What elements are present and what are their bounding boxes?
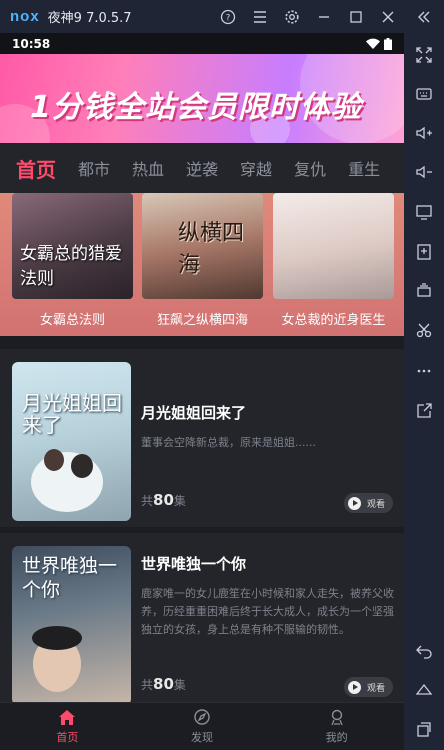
featured-cover (273, 193, 394, 299)
share-icon[interactable] (408, 395, 440, 427)
status-time: 10:58 (12, 36, 51, 51)
maximize-icon[interactable] (340, 0, 372, 33)
status-bar: 10:58 (0, 33, 404, 54)
help-icon[interactable]: ? (212, 0, 244, 33)
play-icon (348, 680, 361, 694)
cover-text: 月光姐姐回来了 (22, 391, 122, 437)
drama-cover: 月光姐姐回来了 (12, 362, 131, 521)
back-icon[interactable] (408, 635, 440, 667)
featured-title: 狂飙之纵横四海 (156, 313, 248, 328)
tab-home[interactable]: 首页 (16, 154, 56, 183)
drama-title: 世界唯独一个你 (141, 555, 247, 573)
cover-text: 纵横四海 (178, 221, 245, 278)
close-icon[interactable] (372, 0, 404, 33)
nav-home[interactable]: 首页 (0, 703, 135, 750)
featured-cover: 纵横四海 (142, 193, 263, 299)
featured-card[interactable]: 女霸总的猎爱法则 女霸总法则 (12, 193, 133, 328)
nox-logo: nox (10, 8, 40, 25)
promo-banner[interactable]: 1分钱全站会员限时体验 (0, 54, 404, 143)
tab-urban[interactable]: 都市 (78, 156, 110, 180)
fullscreen-icon[interactable] (408, 39, 440, 71)
nav-label: 发现 (191, 731, 213, 744)
volume-up-icon[interactable] (408, 117, 440, 149)
drama-card[interactable]: 月光姐姐回来了 月光姐姐回来了 董事会空降新总裁，原来是姐姐...... 共80… (0, 349, 404, 527)
tab-rebirth[interactable]: 重生 (348, 156, 380, 180)
install-apk-icon[interactable] (408, 236, 440, 268)
drama-card[interactable]: 世界唯独一个你 世界唯独一个你 鹿家唯一的女儿鹿笙在小时候和家人走失，被养父收养… (0, 533, 404, 711)
compass-icon (194, 709, 210, 725)
keyboard-icon[interactable] (408, 78, 440, 110)
android-screen: 10:58 1分钱全站会员限时体验 首页 都市 热血 逆袭 穿越 复仇 重生 女… (0, 33, 404, 750)
featured-strip: 女霸总的猎爱法则 女霸总法则 纵横四海 狂飙之纵横四海 女总裁的近身医生 (0, 193, 404, 336)
tab-time-travel[interactable]: 穿越 (240, 156, 272, 180)
nav-discover[interactable]: 发现 (135, 703, 270, 750)
tab-comeback[interactable]: 逆袭 (186, 156, 218, 180)
multi-instance-icon[interactable] (408, 275, 440, 307)
settings-icon[interactable] (276, 0, 308, 33)
featured-card[interactable]: 女总裁的近身医生 (273, 193, 394, 328)
recent-apps-icon[interactable] (408, 713, 440, 745)
cover-text: 世界唯独一个你 (22, 555, 118, 601)
volume-down-icon[interactable] (408, 156, 440, 188)
tab-revenge[interactable]: 复仇 (294, 156, 326, 180)
watch-button[interactable]: 观看 (344, 677, 393, 697)
minimize-icon[interactable] (308, 0, 340, 33)
banner-text: 1分钱全站会员限时体验 (30, 90, 362, 125)
cover-figures (31, 449, 103, 512)
drama-title: 月光姐姐回来了 (141, 404, 247, 422)
emulator-sidebar (404, 33, 444, 750)
episode-count: 共80集 (141, 675, 186, 693)
home-icon[interactable] (408, 674, 440, 706)
collapse-sidebar-icon[interactable] (404, 0, 444, 33)
svg-text:?: ? (226, 13, 231, 23)
window-title: 夜神9 7.0.5.7 (47, 11, 132, 26)
screen-icon[interactable] (408, 196, 440, 228)
featured-cover: 女霸总的猎爱法则 (12, 193, 133, 299)
nav-profile[interactable]: 我的 (269, 703, 404, 750)
wifi-icon (366, 38, 380, 49)
menu-icon[interactable] (244, 0, 276, 33)
watch-label: 观看 (367, 683, 386, 694)
drama-description: 鹿家唯一的女儿鹿笙在小时候和家人走失，被养父收养，历经重重困难后终于长大成人，成… (141, 587, 394, 636)
cover-text: 女霸总的猎爱法则 (20, 244, 122, 289)
drama-description: 董事会空降新总裁，原来是姐姐...... (141, 436, 316, 449)
category-tabs: 首页 都市 热血 逆袭 穿越 复仇 重生 (0, 143, 404, 193)
scissors-icon[interactable] (408, 314, 440, 346)
home-icon (59, 709, 76, 725)
nav-label: 我的 (325, 731, 348, 744)
episode-count: 共80集 (141, 491, 186, 509)
play-icon (348, 496, 361, 510)
tab-action[interactable]: 热血 (132, 156, 164, 180)
watch-label: 观看 (367, 499, 386, 510)
featured-card[interactable]: 纵横四海 狂飙之纵横四海 (142, 193, 263, 328)
featured-title: 女总裁的近身医生 (281, 313, 386, 328)
battery-icon (384, 37, 392, 50)
emulator-title-bar: nox 夜神9 7.0.5.7 ? (0, 0, 444, 33)
watch-button[interactable]: 观看 (344, 493, 393, 513)
bottom-navigation: 首页 发现 我的 (0, 702, 404, 750)
featured-title: 女霸总法则 (39, 313, 105, 328)
user-icon (331, 709, 343, 726)
more-icon[interactable] (408, 355, 440, 387)
drama-cover: 世界唯独一个你 (12, 546, 131, 705)
nav-label: 首页 (56, 730, 79, 744)
